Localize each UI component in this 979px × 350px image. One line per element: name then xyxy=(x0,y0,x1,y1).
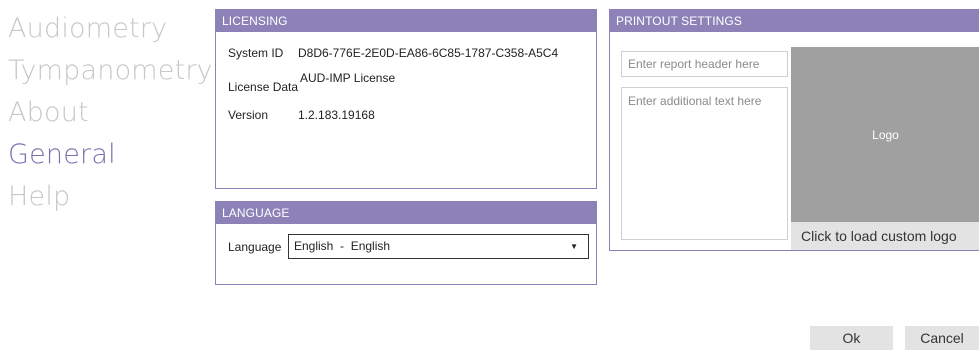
version-value: 1.2.183.19168 xyxy=(298,108,375,122)
nav-item-audiometry[interactable]: Audiometry xyxy=(8,8,213,50)
license-data-value: AUD-IMP License xyxy=(300,71,396,85)
licensing-header: LICENSING xyxy=(216,10,596,32)
chevron-down-icon: ▼ xyxy=(570,242,578,251)
logo-preview: Logo xyxy=(791,47,979,222)
printout-settings-panel: PRINTOUT SETTINGS Enter report header he… xyxy=(609,9,979,251)
report-header-input[interactable]: Enter report header here xyxy=(621,51,788,77)
ok-button[interactable]: Ok xyxy=(810,326,893,350)
system-id-label: System ID xyxy=(228,46,284,60)
nav-item-help[interactable]: Help xyxy=(8,176,213,218)
logo-label: Logo xyxy=(872,127,899,142)
language-header: LANGUAGE xyxy=(216,202,596,224)
cancel-button[interactable]: Cancel xyxy=(905,326,979,350)
language-select[interactable]: English - English ▼ xyxy=(288,234,589,259)
language-panel: LANGUAGE Language English - English ▼ xyxy=(215,201,597,285)
license-data-label: License Data xyxy=(228,80,299,94)
nav-item-tympanometry[interactable]: Tympanometry xyxy=(8,50,213,92)
additional-text-input[interactable]: Enter additional text here xyxy=(621,87,788,240)
system-id-value: D8D6-776E-2E0D-EA86-6C85-1787-C358-A5C4 xyxy=(298,46,559,60)
language-label: Language xyxy=(228,240,282,254)
printout-header: PRINTOUT SETTINGS xyxy=(610,10,979,32)
licensing-panel: LICENSING System ID D8D6-776E-2E0D-EA86-… xyxy=(215,9,597,189)
language-selected-value: English - English xyxy=(294,239,391,253)
version-label: Version xyxy=(228,108,269,122)
main-nav: Audiometry Tympanometry About General He… xyxy=(8,8,213,218)
load-custom-logo-button[interactable]: Click to load custom logo xyxy=(791,222,979,250)
nav-item-general[interactable]: General xyxy=(8,134,213,176)
nav-item-about[interactable]: About xyxy=(8,92,213,134)
